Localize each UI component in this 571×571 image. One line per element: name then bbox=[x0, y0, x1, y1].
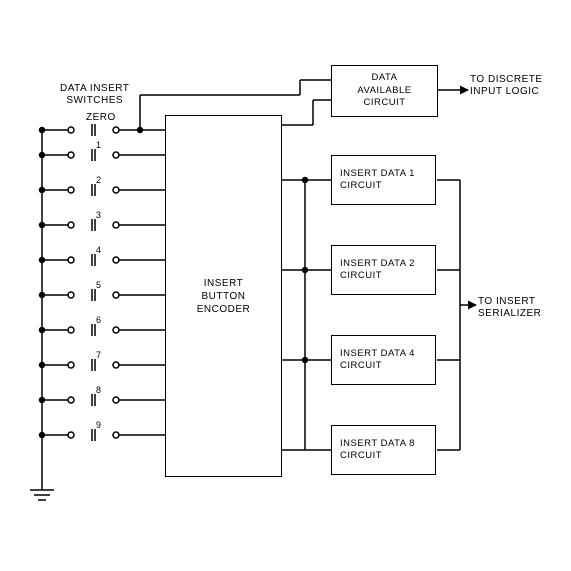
wiring-svg bbox=[0, 0, 571, 571]
